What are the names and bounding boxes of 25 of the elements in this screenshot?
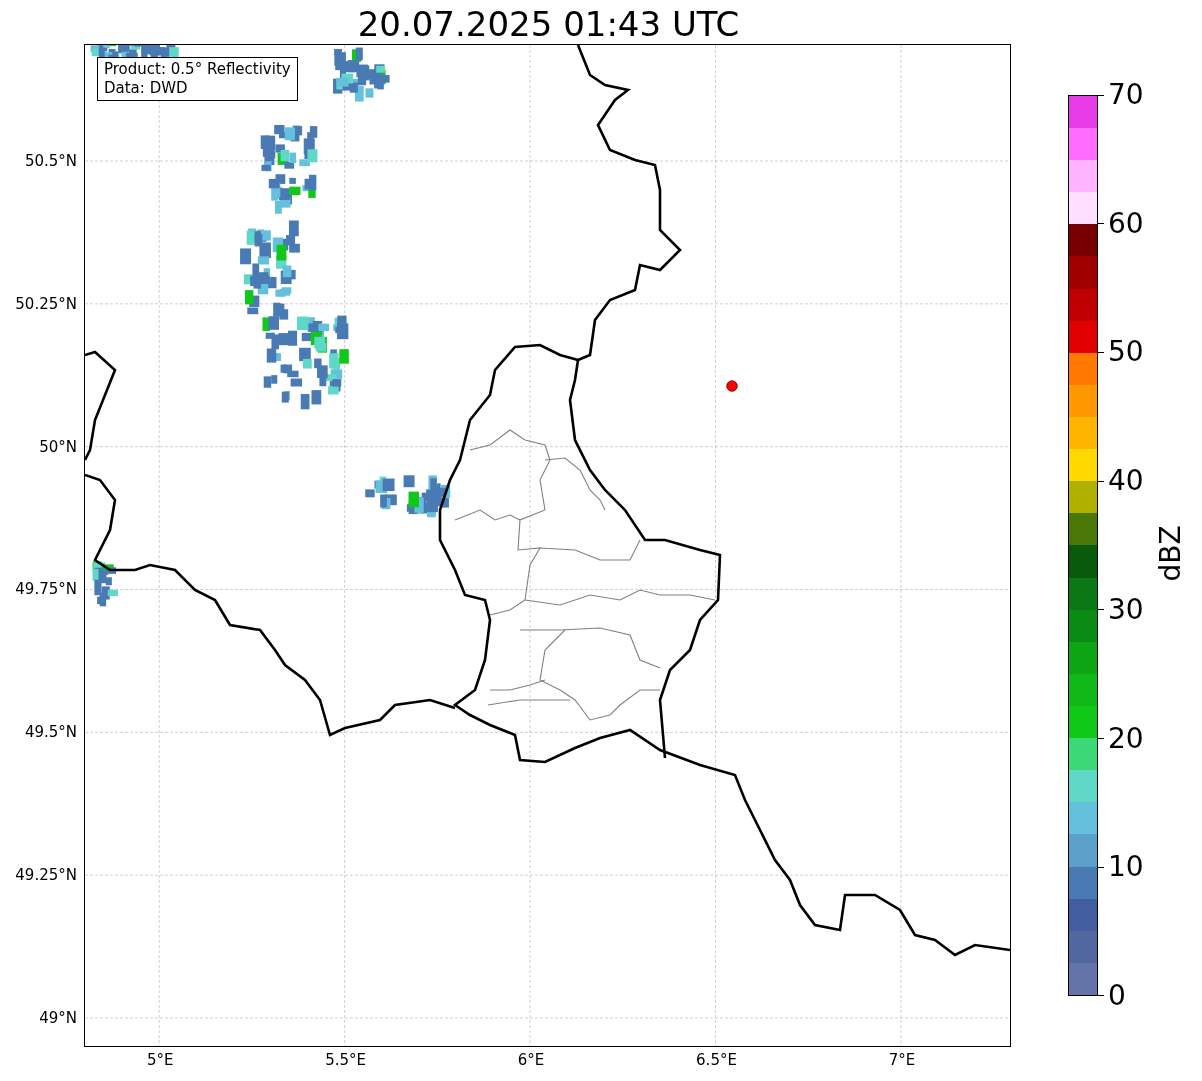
latitude-label: 49.75°N (15, 580, 77, 599)
latitude-label: 49.5°N (24, 723, 77, 742)
longitude-label: 7°E (888, 1051, 916, 1069)
longitude-label: 5.5°E (325, 1051, 367, 1069)
colorbar-tick-label: 60 (1108, 208, 1144, 239)
longitude-label: 5°E (146, 1051, 174, 1069)
longitude-label: 6°E (517, 1051, 545, 1069)
colorbar-tick-label: 30 (1108, 594, 1144, 625)
latitude-label: 49.25°N (15, 866, 77, 885)
info-text: Product: 0.5° Reflectivity (104, 60, 291, 79)
info-text: Data: DWD (104, 79, 189, 98)
latitude-label: 50.25°N (15, 294, 77, 313)
colorbar-tick-label: 10 (1108, 852, 1144, 883)
latitude-label: 49°N (39, 1009, 77, 1027)
colorbar-tick-label: 40 (1108, 466, 1144, 497)
latitude-label: 50.5°N (24, 151, 77, 170)
chart-title: 20.07.2025 01:43 UTC (356, 4, 741, 44)
colorbar-tick-label: 50 (1108, 337, 1144, 368)
colorbar-tick-label: 20 (1108, 723, 1144, 754)
colorbar-label: dBZ (1153, 524, 1187, 582)
longitude-label: 6.5°E (696, 1051, 737, 1069)
latitude-label: 50°N (39, 437, 77, 456)
colorbar-tick-label: 0 (1108, 980, 1126, 1011)
radar-site-marker (726, 380, 738, 392)
colorbar-tick-label: 70 (1108, 80, 1144, 110)
